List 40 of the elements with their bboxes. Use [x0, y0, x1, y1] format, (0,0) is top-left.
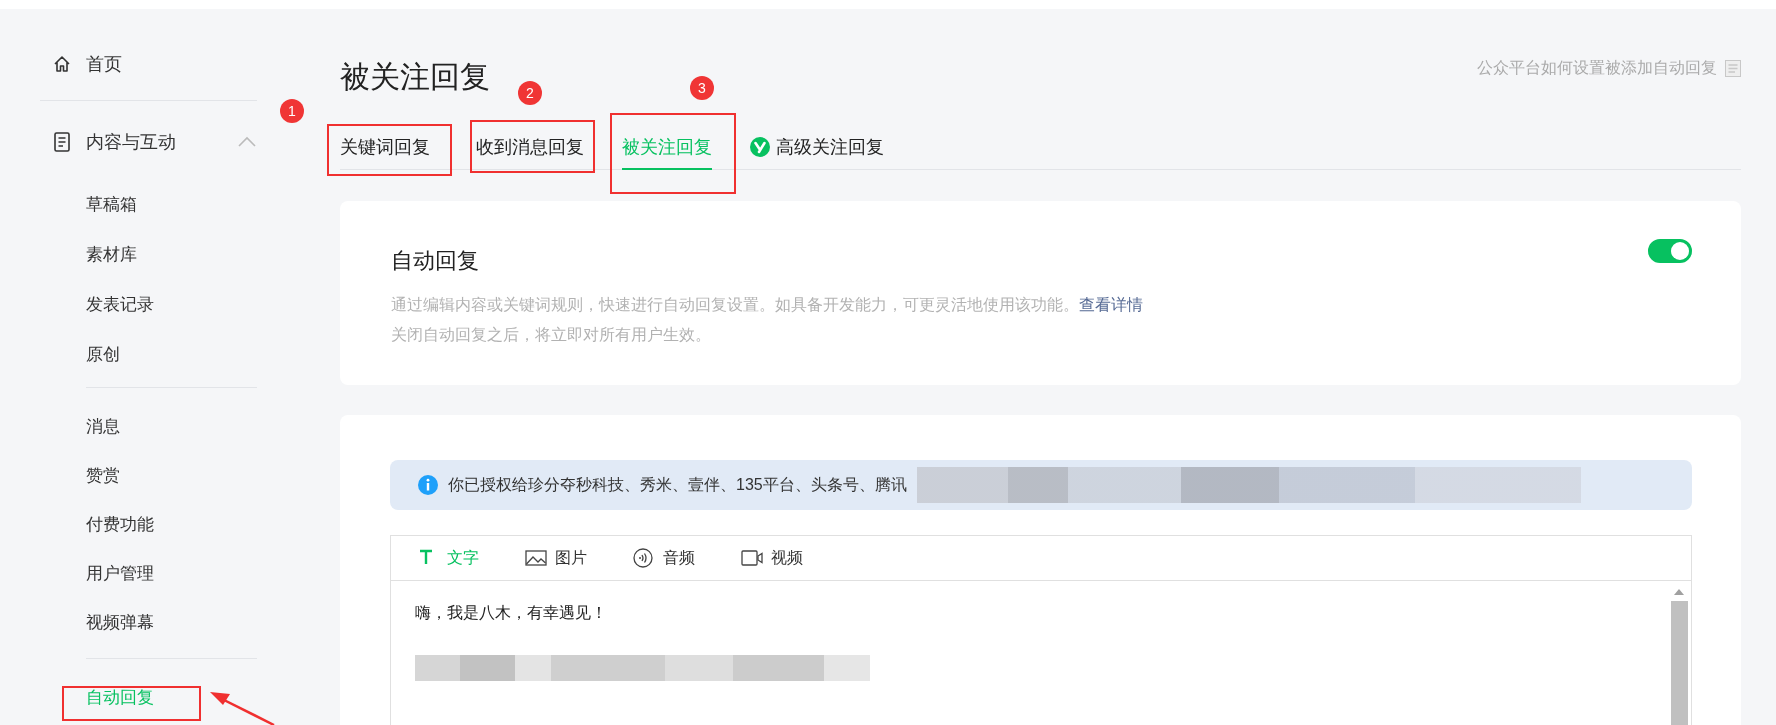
- sidebar-item[interactable]: 赞赏: [86, 464, 120, 487]
- toggle-switch[interactable]: [1648, 239, 1692, 263]
- image-icon: [525, 548, 547, 568]
- document-icon: [1725, 60, 1741, 77]
- sidebar-item[interactable]: 原创: [86, 342, 120, 366]
- scroll-up-icon: [1674, 589, 1684, 595]
- description-text: 通过编辑内容或关键词规则，快速进行自动回复设置。如具备开发能力，可更灵活地使用该功能。查看详情: [391, 295, 1144, 315]
- annotation-badge: 3: [690, 76, 714, 100]
- tab[interactable]: 关键词回复: [340, 126, 430, 170]
- page-title: 被关注回复: [340, 59, 490, 95]
- annotation-badge: 1: [280, 99, 304, 123]
- video-icon: [741, 548, 763, 568]
- document-icon: [52, 131, 72, 153]
- sidebar-item[interactable]: 首页: [0, 39, 257, 89]
- note-text: 关闭自动回复之后，将立即对所有用户生效。: [391, 325, 712, 345]
- card-title: 自动回复: [391, 247, 479, 275]
- message-text: 嗨，我是八木，有幸遇见！: [415, 603, 608, 623]
- sidebar-item[interactable]: 草稿箱: [86, 192, 137, 216]
- info-icon: [418, 475, 438, 495]
- sidebar-label: 内容与互动: [86, 131, 177, 154]
- media-tab[interactable]: 音频: [633, 547, 695, 569]
- sidebar-item[interactable]: 素材库: [86, 242, 137, 266]
- sidebar-label: 首页: [86, 53, 122, 76]
- sidebar-item[interactable]: 消息: [86, 415, 120, 438]
- media-tab[interactable]: 视频: [741, 547, 803, 569]
- sidebar-item[interactable]: 付费功能: [86, 513, 154, 536]
- notice-text: 你已授权给珍分夺秒科技、秀米、壹伴、135平台、头条号、腾讯: [448, 474, 907, 495]
- sidebar-section[interactable]: 内容与互动: [0, 117, 257, 167]
- home-icon: [52, 54, 72, 74]
- details-link[interactable]: 查看详情: [1079, 296, 1143, 313]
- sidebar-item[interactable]: 用户管理: [86, 562, 154, 585]
- badge-icon: [750, 137, 770, 157]
- media-tab[interactable]: 图片: [525, 547, 587, 569]
- tab[interactable]: 高级关注回复: [750, 126, 884, 170]
- sidebar-item[interactable]: 发表记录: [86, 292, 154, 316]
- annotation-badge: 2: [518, 81, 542, 105]
- audio-icon: [633, 548, 655, 568]
- tab[interactable]: 收到消息回复: [476, 126, 584, 170]
- chevron-icon: [237, 136, 257, 148]
- sidebar-item[interactable]: 视频弹幕: [86, 611, 154, 634]
